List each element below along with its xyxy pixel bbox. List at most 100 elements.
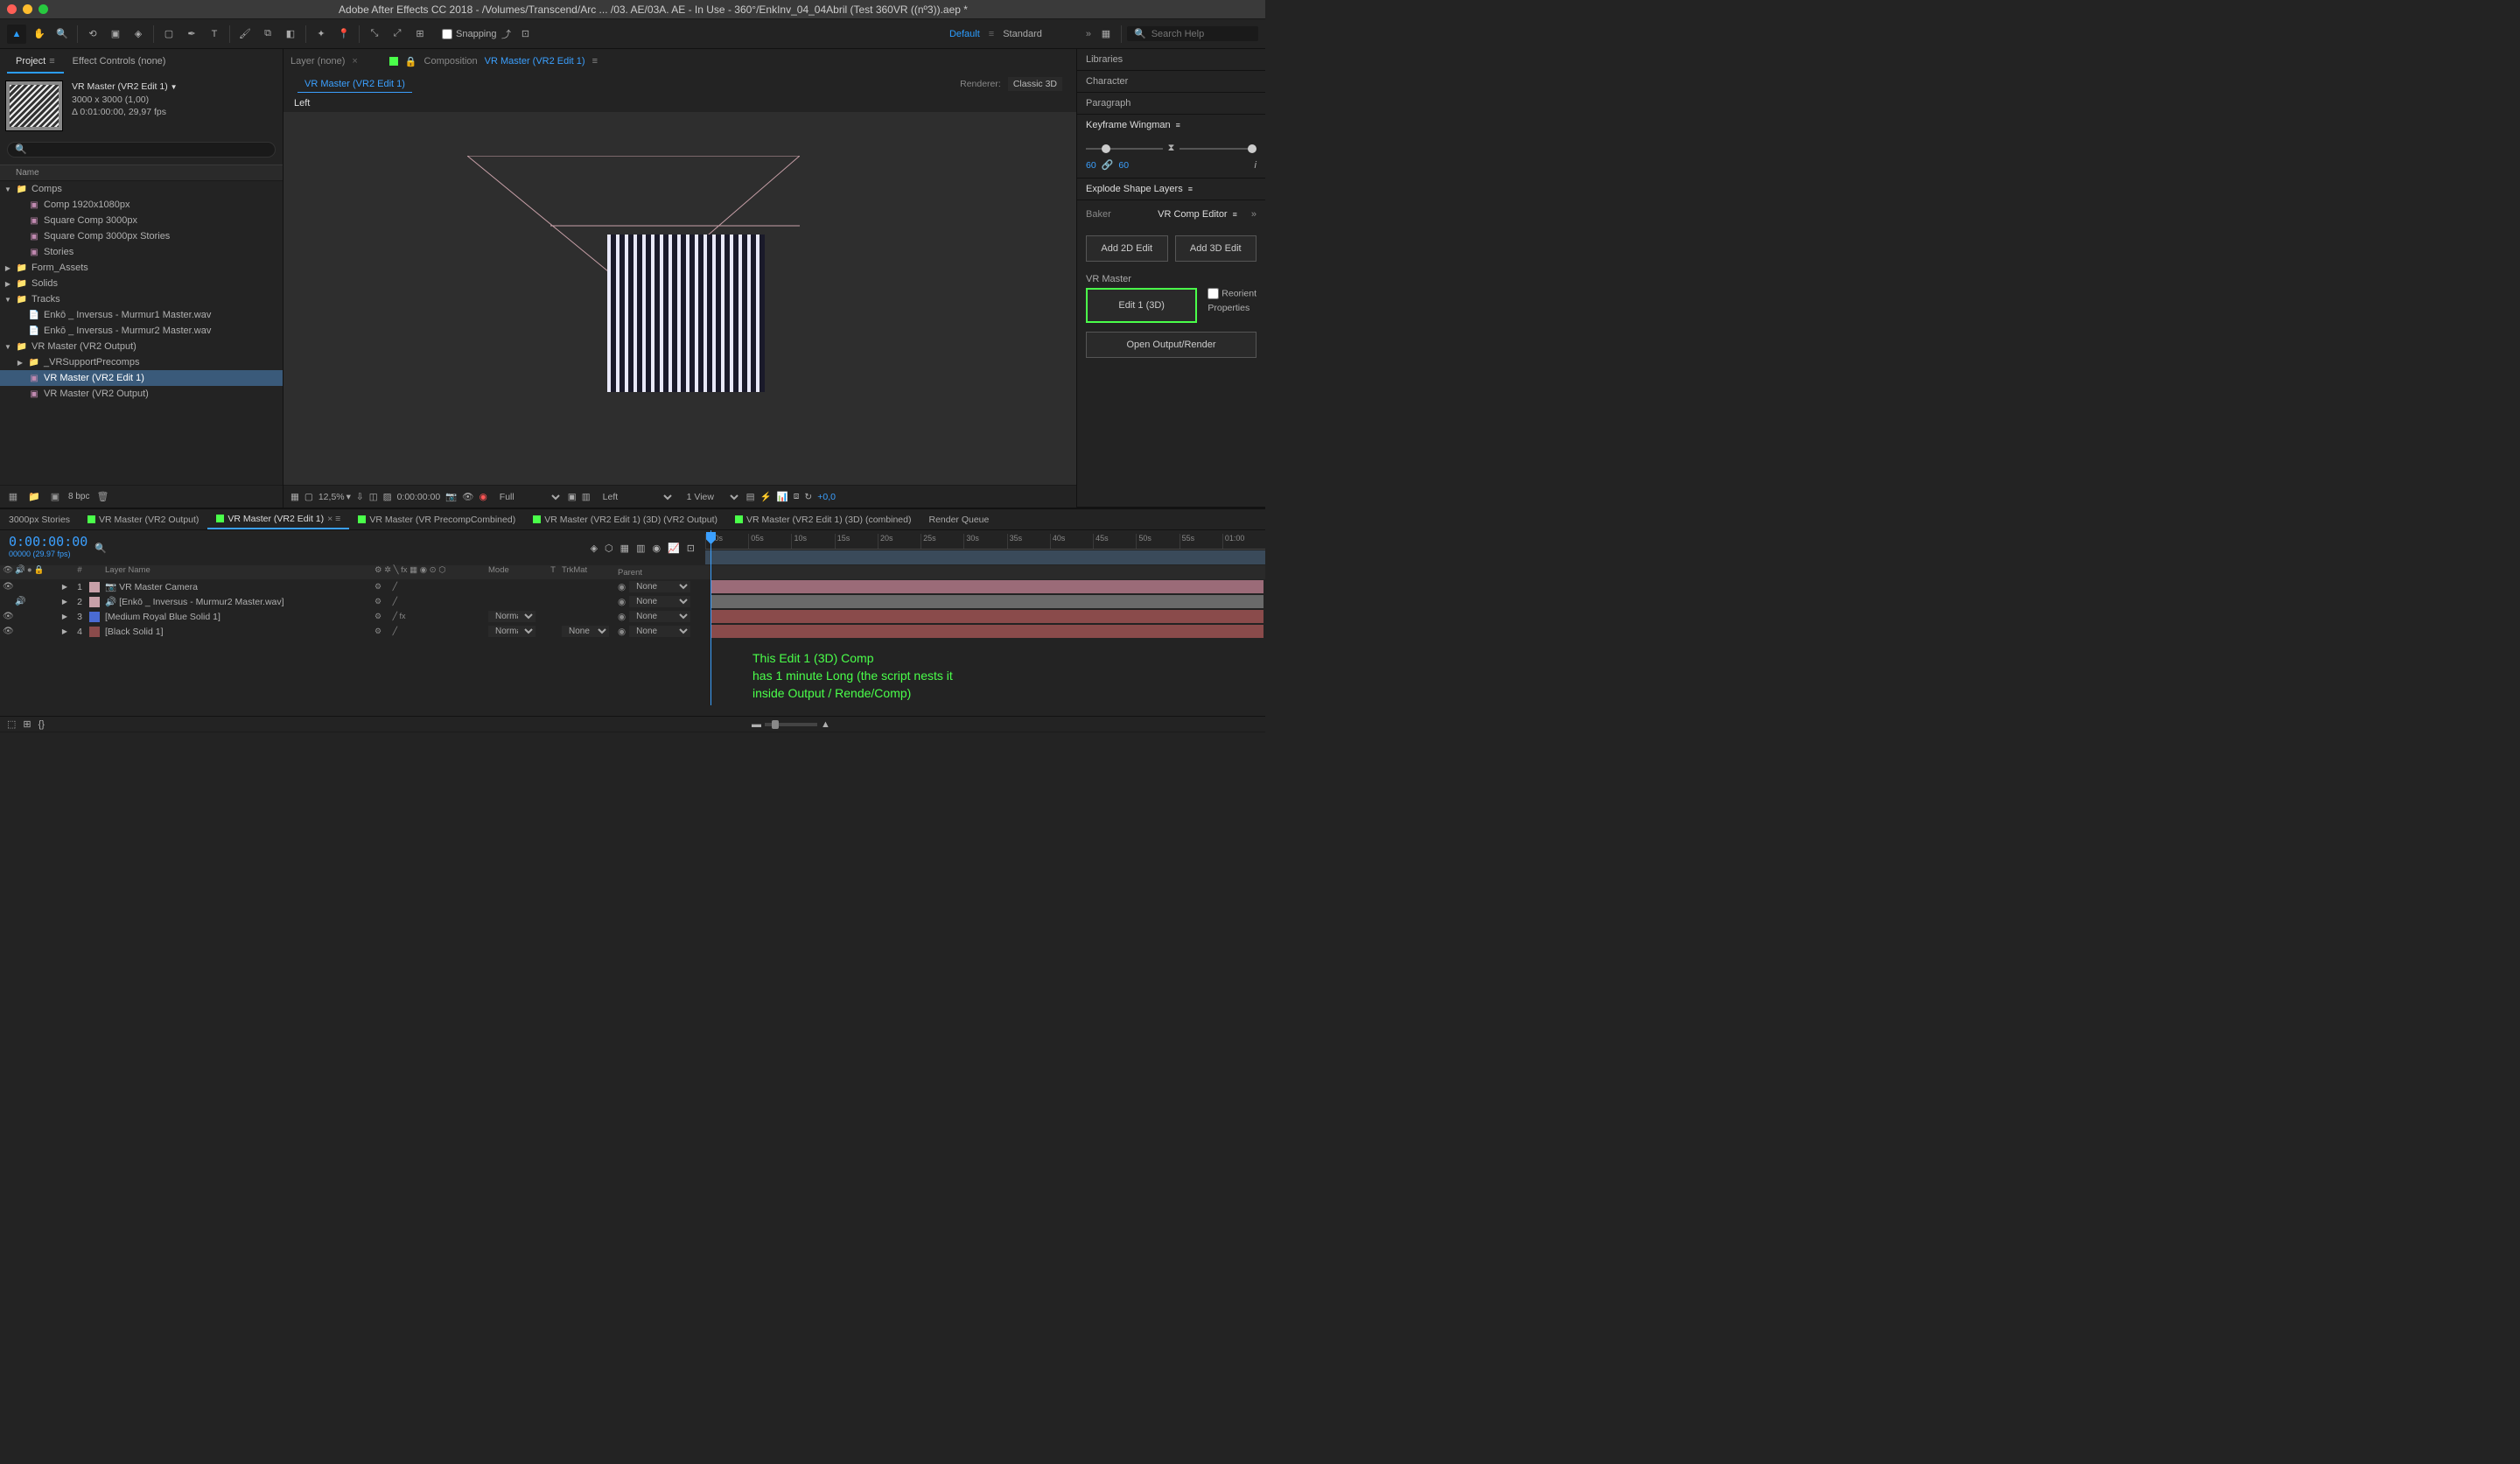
snapping-checkbox[interactable]: Snapping	[442, 29, 497, 39]
tab-composition-name[interactable]: VR Master (VR2 Edit 1)	[485, 56, 585, 67]
project-item[interactable]: ▣Square Comp 3000px Stories	[0, 228, 283, 244]
zoom-in-icon[interactable]: ▲	[821, 719, 830, 730]
edit-1-3d-button[interactable]: Edit 1 (3D)	[1086, 288, 1197, 323]
timeline-tab[interactable]: 3000px Stories	[0, 511, 79, 529]
tl-graph-icon[interactable]: 📈	[668, 543, 680, 554]
col-layer-name[interactable]: Layer Name	[102, 565, 374, 579]
resolution-down-icon[interactable]: ⇩	[356, 492, 364, 502]
new-comp-icon[interactable]: ▣	[47, 489, 63, 505]
project-item[interactable]: ▣Stories	[0, 244, 283, 260]
breadcrumb-item[interactable]: VR Master (VR2 Edit 1)	[298, 76, 412, 93]
lock-icon[interactable]: 🔒	[405, 56, 417, 67]
minimize-window-button[interactable]	[23, 4, 32, 14]
pen-tool[interactable]: ✒	[182, 25, 201, 44]
project-item[interactable]: ▣Square Comp 3000px	[0, 213, 283, 228]
timeline-tab[interactable]: VR Master (VR2 Edit 1) × ≡	[207, 510, 349, 529]
close-window-button[interactable]	[7, 4, 17, 14]
exposure-value[interactable]: +0,0	[817, 492, 836, 502]
tl-comp-marker-icon[interactable]: ◈	[591, 543, 598, 554]
project-item[interactable]: 📄Enkō _ Inversus - Murmur2 Master.wav	[0, 323, 283, 339]
resolution-dropdown[interactable]: Full	[493, 489, 563, 505]
timeline-timecode[interactable]: 0:00:00:00	[9, 534, 79, 550]
open-output-render-button[interactable]: Open Output/Render	[1086, 332, 1256, 358]
tab-layer-none[interactable]: Layer (none)	[290, 56, 345, 67]
zoom-dropdown[interactable]: 12,5% ▾	[318, 492, 351, 502]
comp-thumbnail[interactable]	[5, 81, 63, 131]
roi-icon[interactable]: ◫	[369, 492, 378, 502]
col-trkmat[interactable]: TrkMat	[562, 565, 618, 579]
fast-preview-icon[interactable]: ⚡	[760, 491, 772, 502]
col-parent[interactable]: Parent	[618, 565, 705, 579]
project-item[interactable]: ▶📁_VRSupportPrecomps	[0, 354, 283, 370]
puppet-tool[interactable]: 📍	[334, 25, 354, 44]
world-axis-button[interactable]: ⤢	[388, 25, 407, 44]
kw-slider-right[interactable]	[1180, 148, 1256, 150]
timeline-tab[interactable]: VR Master (VR2 Edit 1) (3D) (combined)	[726, 511, 920, 529]
selection-tool[interactable]: ▲	[7, 25, 26, 44]
timeline-layer-row[interactable]: 👁▶1📷VR Master Camera⚙ ╱◉None	[0, 579, 705, 594]
toggle-switches-icon[interactable]: ⬚	[7, 718, 16, 730]
timeline-tab[interactable]: Render Queue	[920, 511, 998, 529]
playhead[interactable]	[710, 530, 711, 705]
timeline-tab[interactable]: VR Master (VR2 Output)	[79, 511, 207, 529]
tab-explode-shape-layers[interactable]: Explode Shape Layers≡	[1077, 179, 1265, 200]
timeline-layer-row[interactable]: 👁▶4[Black Solid 1]⚙ ╱NormalNone◉None	[0, 624, 705, 639]
tab-paragraph[interactable]: Paragraph	[1077, 93, 1265, 114]
tab-libraries[interactable]: Libraries	[1077, 49, 1265, 70]
transparency-icon[interactable]: ▨	[383, 492, 392, 502]
maximize-window-button[interactable]	[38, 4, 48, 14]
search-help-field[interactable]: 🔍	[1127, 26, 1258, 41]
add-3d-edit-button[interactable]: Add 3D Edit	[1175, 235, 1257, 262]
timeline-layer-row[interactable]: 🔊▶2🔊[Enkō _ Inversus - Murmur2 Master.wa…	[0, 594, 705, 609]
comp-name-header[interactable]: VR Master (VR2 Edit 1) ▼	[72, 81, 178, 94]
view-axis-button[interactable]: ⊞	[410, 25, 430, 44]
project-column-name[interactable]: Name	[0, 165, 283, 181]
tl-blur-icon[interactable]: ▦	[620, 543, 629, 554]
time-ruler[interactable]: :00s05s10s15s20s25s30s35s40s45s50s55s01:…	[705, 534, 1265, 550]
tab-effect-controls[interactable]: Effect Controls (none)	[64, 53, 175, 74]
project-item[interactable]: ▼📁Comps	[0, 181, 283, 197]
grid-icon[interactable]: ▦	[290, 492, 299, 502]
col-mode[interactable]: Mode	[488, 565, 544, 579]
timeline-icon[interactable]: 📊	[777, 491, 788, 502]
hourglass-icon[interactable]: ⧗	[1168, 143, 1175, 154]
reset-exposure-icon[interactable]: ↻	[804, 492, 812, 502]
snapshot-icon[interactable]: 📷	[445, 491, 457, 502]
add-2d-edit-button[interactable]: Add 2D Edit	[1086, 235, 1168, 262]
work-area-bar[interactable]	[705, 550, 1265, 564]
reorient-checkbox[interactable]: Reorient	[1208, 288, 1256, 299]
timeline-tab[interactable]: VR Master (VR2 Edit 1) (3D) (VR2 Output)	[524, 511, 726, 529]
eraser-tool[interactable]: ◧	[281, 25, 300, 44]
3d-view-icon-2[interactable]: ▥	[582, 492, 591, 502]
tab-baker[interactable]: Baker	[1086, 209, 1111, 220]
zoom-tool[interactable]: 🔍	[52, 25, 72, 44]
orbit-tool[interactable]: ⟲	[83, 25, 102, 44]
properties-link[interactable]: Properties	[1208, 303, 1256, 313]
project-tree[interactable]: ▼📁Comps▣Comp 1920x1080px▣Square Comp 300…	[0, 181, 283, 485]
snap-opt-2[interactable]: ⊡	[516, 25, 536, 44]
view-dropdown[interactable]: Left	[596, 489, 675, 505]
kw-slider-left[interactable]	[1086, 148, 1163, 150]
workspace-panel-icon[interactable]: ▦	[1096, 25, 1116, 44]
workspace-default[interactable]: Default	[941, 25, 989, 43]
brush-tool[interactable]: 🖌	[235, 25, 255, 44]
tl-mb-icon[interactable]: ◉	[652, 543, 661, 554]
tab-keyframe-wingman[interactable]: Keyframe Wingman≡	[1077, 115, 1265, 136]
3d-view-icon[interactable]: ▣	[568, 492, 577, 502]
project-item[interactable]: ▶📁Solids	[0, 276, 283, 291]
pan-behind-tool[interactable]: ◈	[129, 25, 148, 44]
tl-draft3d-icon[interactable]: ⬡	[605, 543, 613, 554]
project-search-input[interactable]	[7, 142, 276, 158]
timeline-zoom-slider[interactable]	[765, 723, 817, 726]
preview-time[interactable]: 0:00:00:00	[397, 492, 441, 502]
bpc-button[interactable]: 8 bpc	[68, 492, 89, 501]
project-item[interactable]: ▼📁VR Master (VR2 Output)	[0, 339, 283, 354]
renderer-value[interactable]: Classic 3D	[1008, 77, 1062, 91]
local-axis-button[interactable]: ⤡	[365, 25, 384, 44]
timeline-tab[interactable]: VR Master (VR PrecompCombined)	[349, 511, 524, 529]
project-item[interactable]: ▣Comp 1920x1080px	[0, 197, 283, 213]
new-folder-icon[interactable]: 📁	[26, 489, 42, 505]
project-item[interactable]: ▣VR Master (VR2 Output)	[0, 386, 283, 402]
project-item[interactable]: 📄Enkō _ Inversus - Murmur1 Master.wav	[0, 307, 283, 323]
tab-vr-comp-editor[interactable]: VR Comp Editor≡	[1149, 204, 1246, 225]
